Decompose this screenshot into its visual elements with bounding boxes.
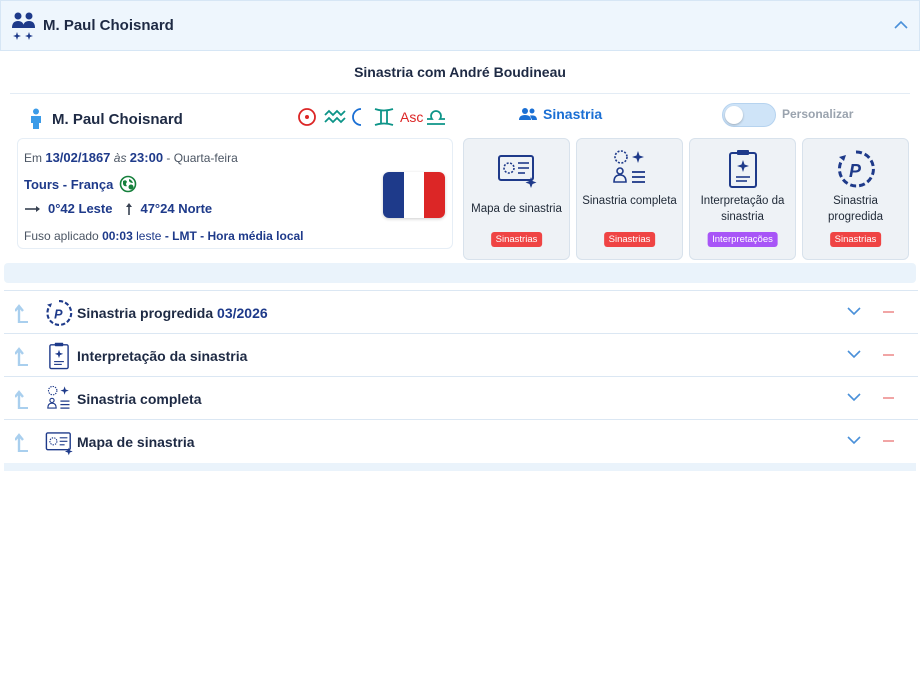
birth-info-panel: Em 13/02/1867 às 23:00 - Quarta-feira To… <box>17 138 453 249</box>
aquarius-icon <box>324 109 346 124</box>
section-band <box>4 263 916 283</box>
card-label: Mapa de sinastria <box>471 203 562 215</box>
card-badge: Sinastrias <box>490 232 543 247</box>
flag-red <box>424 172 445 218</box>
person-header: M. Paul Choisnard <box>28 108 183 130</box>
france-flag <box>383 172 445 218</box>
birth-date: 13/02/1867 <box>45 150 111 165</box>
chevron-down-icon[interactable] <box>847 307 861 316</box>
remove-icon[interactable] <box>883 440 894 442</box>
synastry-label: Sinastria <box>543 106 603 122</box>
card-label: Sinastria progredida <box>828 195 883 223</box>
synastry-header: Sinastria <box>519 106 602 122</box>
moon-icon <box>352 108 362 126</box>
card-full-synastry[interactable]: Sinastria completa Sinastrias <box>576 138 683 260</box>
svg-text:P: P <box>54 308 63 322</box>
list-item[interactable]: Interpretação da sinastria <box>4 333 918 376</box>
card-interpretation[interactable]: Interpretação da sinastria Interpretaçõe… <box>689 138 796 260</box>
arrow-up-icon[interactable] <box>15 303 29 323</box>
remove-icon[interactable] <box>883 311 894 313</box>
synastry-chart-icon <box>45 432 73 456</box>
arrow-up-icon[interactable] <box>15 389 29 409</box>
users-icon <box>519 108 537 120</box>
full-synastry-icon <box>47 385 70 409</box>
page-title: Sinastria com André Boudineau <box>354 64 566 80</box>
divider <box>10 93 910 94</box>
list-item[interactable]: Sinastria completa <box>4 376 918 419</box>
progressed-icon: P <box>46 300 73 326</box>
birth-time: 23:00 <box>129 150 164 165</box>
row-label: Sinastria completa <box>77 391 202 407</box>
flag-white <box>403 172 425 218</box>
arrow-up-icon[interactable] <box>15 346 29 366</box>
chevron-up-icon[interactable] <box>893 19 909 31</box>
coordinates-line: 0°42 Leste 47°24 Norte <box>24 201 212 216</box>
card-progressed[interactable]: P Sinastria progredida Sinastrias <box>802 138 909 260</box>
toggle-knob <box>725 106 743 124</box>
list-item[interactable]: P Sinastria progredida 03/2026 <box>4 290 918 333</box>
interpretation-icon <box>728 150 757 188</box>
arrow-right-icon <box>25 205 40 212</box>
row-title: Sinastria progredida <box>77 305 214 321</box>
date-prefix: Em <box>24 151 42 165</box>
libra-icon <box>427 110 445 125</box>
longitude: 0°42 Leste <box>48 201 113 216</box>
list-item[interactable]: Mapa de sinastria <box>4 419 918 462</box>
chevron-down-icon[interactable] <box>847 393 861 402</box>
section-band-bottom <box>4 463 916 471</box>
globe-icon[interactable] <box>119 175 137 193</box>
card-label: Sinastria completa <box>582 195 677 207</box>
row-label: Sinastria progredida 03/2026 <box>77 305 268 321</box>
ascendant-label: Asc <box>400 109 423 125</box>
timezone-desc: - LMT - Hora média local <box>164 229 304 243</box>
flag-blue <box>383 172 404 218</box>
chevron-down-icon[interactable] <box>847 436 861 445</box>
remove-icon[interactable] <box>883 397 894 399</box>
interpretation-icon <box>49 342 69 370</box>
timezone-value: 00:03 <box>102 229 133 243</box>
person-name: M. Paul Choisnard <box>52 110 183 128</box>
timezone-direction: leste <box>136 229 162 243</box>
personalize-label: Personalizar <box>782 107 854 121</box>
card-badge: Sinastrias <box>829 232 882 247</box>
birth-place-line: Tours - França <box>24 175 137 193</box>
row-label: Interpretação da sinastria <box>77 348 248 364</box>
timezone-line: Fuso aplicado 00:03 leste - LMT - Hora m… <box>24 229 304 243</box>
card-synastry-chart[interactable]: Mapa de sinastria Sinastrias <box>463 138 570 260</box>
time-prefix: às <box>113 151 127 165</box>
birth-place: Tours - França <box>24 176 114 192</box>
latitude: 47°24 Norte <box>140 201 213 216</box>
card-badge: Interpretações <box>707 232 778 247</box>
header-name: M. Paul Choisnard <box>43 17 174 34</box>
row-date: 03/2026 <box>217 305 268 321</box>
row-label: Mapa de sinastria <box>77 434 195 450</box>
full-synastry-icon <box>612 150 645 183</box>
svg-text:P: P <box>849 161 862 181</box>
couple-stars-icon <box>12 12 35 40</box>
weekday: - Quarta-feira <box>166 151 238 165</box>
personalize-toggle[interactable] <box>722 103 776 127</box>
timezone-label: Fuso aplicado <box>24 229 99 243</box>
chevron-down-icon[interactable] <box>847 350 861 359</box>
synastry-chart-icon <box>497 155 536 188</box>
card-badge: Sinastrias <box>603 232 656 247</box>
arrow-up-icon <box>126 202 133 215</box>
card-label: Interpretação da sinastria <box>700 195 785 223</box>
arrow-up-icon[interactable] <box>15 432 29 452</box>
gemini-icon <box>374 108 394 126</box>
progressed-icon: P <box>837 150 875 188</box>
profile-header[interactable]: M. Paul Choisnard <box>0 0 920 51</box>
person-icon <box>31 108 41 129</box>
sun-icon <box>298 108 316 126</box>
birth-date-line: Em 13/02/1867 às 23:00 - Quarta-feira <box>24 150 238 165</box>
remove-icon[interactable] <box>883 354 894 356</box>
astro-signs: Asc <box>298 108 445 126</box>
